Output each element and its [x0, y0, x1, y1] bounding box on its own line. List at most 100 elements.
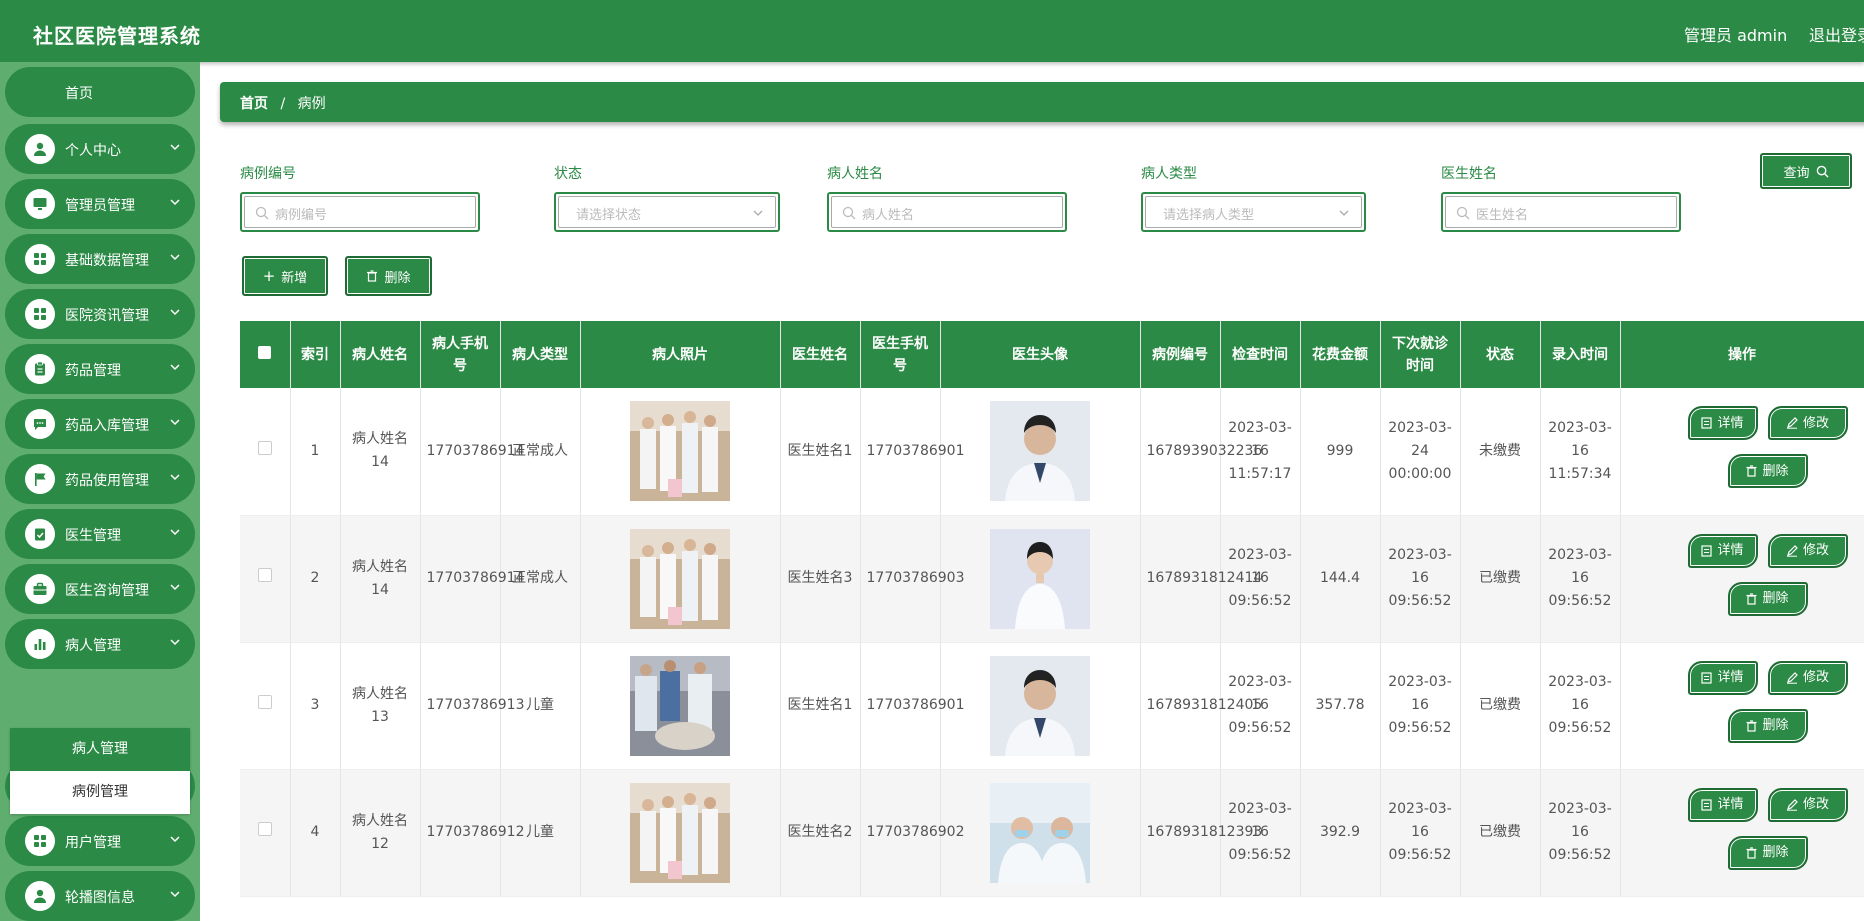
filter-select[interactable]: 请选择状态 — [554, 192, 780, 232]
edit-label: 修改 — [1802, 415, 1829, 431]
row-delete-button[interactable]: 删除 — [1727, 708, 1808, 743]
sidebar-item-home[interactable]: 首页 — [5, 67, 195, 117]
row-checkbox[interactable] — [257, 822, 272, 836]
cell-entry-time: 2023-03-16 09:56:52 — [1540, 769, 1621, 897]
sidebar-item-12[interactable]: 轮播图信息 — [5, 871, 195, 921]
sidebar-item-3[interactable]: 医院资讯管理 — [5, 289, 195, 339]
detail-label: 详情 — [1717, 670, 1744, 685]
submenu: 病人管理 病例管理 — [10, 728, 190, 814]
sidebar-item-2[interactable]: 基础数据管理 — [5, 234, 195, 284]
select-box[interactable]: 请选择状态 — [558, 196, 776, 228]
row-delete-button[interactable]: 删除 — [1727, 835, 1808, 870]
row-select[interactable] — [240, 388, 291, 516]
sidebar-item-5[interactable]: 药品入库管理 — [5, 399, 195, 449]
clipboard-icon — [25, 354, 55, 384]
briefcase-icon — [25, 574, 55, 604]
edit-label: 修改 — [1802, 670, 1829, 685]
sidebar-item-label: 首页 — [65, 86, 93, 102]
document-icon — [1701, 798, 1713, 811]
field-label: 医生姓名 — [1441, 166, 1497, 182]
field-label: 状态 — [554, 166, 582, 182]
cell-cost: 999 — [1300, 388, 1381, 516]
sidebar-item-7[interactable]: 医生管理 — [5, 509, 195, 559]
edit-button[interactable]: 修改 — [1767, 533, 1848, 568]
logout-link[interactable]: 退出登录 — [1809, 22, 1864, 46]
cell-case-no: 1678931812393 — [1140, 769, 1262, 897]
chevron-down-icon — [167, 359, 183, 375]
user-icon — [25, 134, 55, 164]
row-checkbox[interactable] — [257, 440, 272, 455]
sidebar-item-label: 药品管理 — [65, 363, 121, 379]
input-placeholder: 病人姓名 — [862, 208, 915, 223]
column-header: 录入时间 — [1540, 321, 1621, 388]
sidebar-item-label: 医生管理 — [65, 528, 121, 544]
sidebar-item-11[interactable]: 用户管理 — [5, 816, 195, 866]
detail-button[interactable]: 详情 — [1687, 787, 1758, 822]
row-delete-button[interactable]: 删除 — [1727, 581, 1808, 616]
breadcrumb-home[interactable]: 首页 — [240, 96, 268, 112]
filter-select[interactable]: 请选择病人类型 — [1141, 192, 1366, 232]
cell-patient-phone: 17703786912 — [420, 769, 524, 897]
select-placeholder: 请选择状态 — [576, 208, 642, 223]
trash-icon — [1746, 592, 1757, 605]
row-select[interactable] — [240, 642, 291, 770]
chevron-down-icon — [167, 524, 183, 540]
doctor-avatar — [990, 401, 1090, 502]
sidebar-item-1[interactable]: 管理员管理 — [5, 179, 195, 229]
column-header: 医生手机号 — [860, 321, 941, 388]
edit-button[interactable]: 修改 — [1767, 660, 1848, 695]
query-button[interactable]: 查询 — [1760, 153, 1852, 189]
breadcrumb-current: 病例 — [297, 96, 326, 112]
sidebar-item-4[interactable]: 药品管理 — [5, 344, 195, 394]
row-delete-button[interactable]: 删除 — [1727, 454, 1808, 489]
sidebar-item-9[interactable]: 病人管理 — [5, 619, 195, 669]
submenu-item-patient[interactable]: 病人管理 — [10, 728, 190, 771]
doctor-avatar — [990, 655, 1090, 756]
edit-button[interactable]: 修改 — [1767, 787, 1848, 822]
chevron-down-icon — [167, 304, 183, 320]
cell-patient-phone: 17703786914 — [420, 388, 524, 516]
row-checkbox[interactable] — [257, 695, 272, 709]
select-all-checkbox[interactable] — [258, 345, 272, 359]
detail-button[interactable]: 详情 — [1687, 406, 1758, 441]
sidebar-item-label: 个人中心 — [65, 143, 121, 159]
add-button[interactable]: + 新增 — [242, 256, 328, 296]
row-select[interactable] — [240, 515, 291, 643]
grid-icon — [25, 244, 55, 274]
detail-button[interactable]: 详情 — [1687, 533, 1758, 568]
delete-button[interactable]: 删除 — [345, 256, 432, 296]
trash-icon — [1746, 846, 1757, 859]
table-row: 2 病人姓名14 17703786914 正常成人 医生姓名3 17703786903 16… — [240, 515, 1864, 643]
submenu-item-case[interactable]: 病例管理 — [10, 771, 190, 814]
sidebar-item-8[interactable]: 医生咨询管理 — [5, 564, 195, 614]
text-input[interactable]: 医生姓名 — [1445, 196, 1677, 228]
grid-icon — [25, 826, 55, 856]
filter-input[interactable]: 病例编号 — [240, 192, 480, 232]
column-header: 下次就诊时间 — [1380, 321, 1461, 388]
filter-input[interactable]: 医生姓名 — [1441, 192, 1681, 232]
text-input[interactable]: 病例编号 — [244, 196, 476, 228]
sidebar-item-label: 管理员管理 — [65, 198, 135, 214]
cell-doctor-phone: 17703786901 — [860, 388, 964, 516]
sidebar-item-0[interactable]: 个人中心 — [5, 124, 195, 174]
search-icon — [255, 206, 269, 220]
text-input[interactable]: 病人姓名 — [831, 196, 1063, 228]
cell-status: 已缴费 — [1460, 642, 1541, 770]
sidebar-item-label: 药品入库管理 — [65, 418, 149, 434]
filter-input[interactable]: 病人姓名 — [827, 192, 1067, 232]
field-label: 病人类型 — [1141, 166, 1197, 182]
row-checkbox[interactable] — [257, 568, 272, 582]
column-header: 病人手机号 — [420, 321, 501, 388]
select-box[interactable]: 请选择病人类型 — [1145, 196, 1362, 228]
row-select[interactable] — [240, 769, 291, 897]
detail-label: 详情 — [1717, 543, 1744, 558]
cell-index: 1 — [290, 388, 341, 516]
edit-icon — [1786, 671, 1798, 684]
header-select-all[interactable] — [240, 321, 291, 388]
chevron-down-icon — [167, 139, 183, 155]
edit-button[interactable]: 修改 — [1767, 406, 1848, 441]
breadcrumb-separator: / — [280, 96, 286, 112]
detail-button[interactable]: 详情 — [1687, 660, 1758, 695]
cell-entry-time: 2023-03-16 09:56:52 — [1540, 515, 1621, 643]
sidebar-item-6[interactable]: 药品使用管理 — [5, 454, 195, 504]
